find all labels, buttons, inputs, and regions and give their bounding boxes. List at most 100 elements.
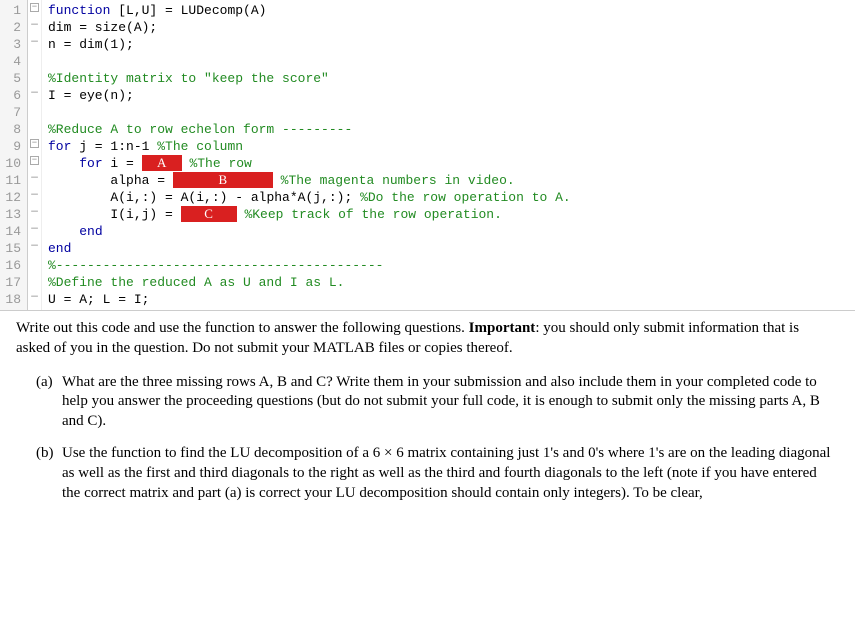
- code-line: dim = size(A);: [48, 19, 855, 36]
- line-number: 2: [0, 19, 21, 36]
- hidden-answer-box-a: A: [142, 155, 182, 171]
- intro-part1: Write out this code and use the function…: [16, 320, 469, 336]
- code-line: A(i,:) = A(i,:) - alpha*A(j,:); %Do the …: [48, 189, 855, 206]
- line-number: 17: [0, 274, 21, 291]
- question-intro: Write out this code and use the function…: [0, 315, 855, 373]
- fold-toggle[interactable]: −: [30, 3, 39, 12]
- fold-column: −———−−——————: [28, 0, 42, 310]
- line-number: 4: [0, 53, 21, 70]
- fold-cell: —: [28, 289, 41, 306]
- code-line: [48, 53, 855, 70]
- code-token: I(i,j) =: [110, 207, 180, 222]
- line-number: 7: [0, 104, 21, 121]
- code-token: [48, 105, 56, 120]
- code-token: %---------------------------------------…: [48, 258, 383, 273]
- code-line: U = A; L = I;: [48, 291, 855, 308]
- fold-cell: [28, 119, 41, 136]
- fold-cell: −: [28, 153, 41, 170]
- item-text: Use the function to find the LU decompos…: [62, 445, 830, 501]
- code-token: for: [79, 156, 102, 171]
- code-token: I = eye(n);: [48, 88, 134, 103]
- code-line: n = dim(1);: [48, 36, 855, 53]
- fold-cell: —: [28, 204, 41, 221]
- code-content: function [L,U] = LUDecomp(A)dim = size(A…: [42, 0, 855, 310]
- code-token: %Do the row operation to A.: [360, 190, 571, 205]
- question-items: (a) What are the three missing rows A, B …: [0, 373, 855, 504]
- code-token: [48, 54, 56, 69]
- line-number: 3: [0, 36, 21, 53]
- fold-cell: —: [28, 34, 41, 51]
- line-number: 10: [0, 155, 21, 172]
- line-number: 1: [0, 2, 21, 19]
- line-number: 13: [0, 206, 21, 223]
- code-token: %The magenta numbers in video.: [281, 173, 515, 188]
- line-number: 16: [0, 257, 21, 274]
- line-number: 18: [0, 291, 21, 308]
- item-marker: (b): [36, 444, 54, 464]
- code-token: %The row: [189, 156, 251, 171]
- code-line: I(i,j) = C %Keep track of the row operat…: [48, 206, 855, 223]
- code-line: I = eye(n);: [48, 87, 855, 104]
- line-number: 15: [0, 240, 21, 257]
- line-number: 14: [0, 223, 21, 240]
- code-token: function: [48, 3, 110, 18]
- code-token: alpha =: [110, 173, 172, 188]
- code-token: end: [48, 241, 71, 256]
- code-token: i =: [103, 156, 142, 171]
- code-token: %Keep track of the row operation.: [244, 207, 501, 222]
- code-line: for j = 1:n-1 %The column: [48, 138, 855, 155]
- item-text: What are the three missing rows A, B and…: [62, 374, 820, 430]
- line-number: 9: [0, 138, 21, 155]
- item-marker: (a): [36, 373, 53, 393]
- code-line: end: [48, 240, 855, 257]
- code-line: for i = A %The row: [48, 155, 855, 172]
- line-number-gutter: 123456789101112131415161718: [0, 0, 28, 310]
- code-token: %Identity matrix to "keep the score": [48, 71, 329, 86]
- fold-cell: —: [28, 17, 41, 34]
- question-item: (a) What are the three missing rows A, B …: [36, 373, 833, 432]
- code-token: for: [48, 139, 71, 154]
- code-token: dim = size(A);: [48, 20, 157, 35]
- fold-cell: [28, 68, 41, 85]
- code-token: A(i,:) = A(i,:) - alpha*A(j,:);: [110, 190, 360, 205]
- fold-cell: —: [28, 187, 41, 204]
- code-line: function [L,U] = LUDecomp(A): [48, 2, 855, 19]
- code-token: n = dim(1);: [48, 37, 134, 52]
- code-token: j = 1:n-1: [71, 139, 157, 154]
- code-line: %Define the reduced A as U and I as L.: [48, 274, 855, 291]
- intro-bold: Important: [469, 320, 536, 336]
- question-item: (b) Use the function to find the LU decom…: [36, 444, 833, 503]
- code-token: end: [79, 224, 102, 239]
- line-number: 11: [0, 172, 21, 189]
- fold-toggle[interactable]: −: [30, 139, 39, 148]
- line-number: 6: [0, 87, 21, 104]
- fold-cell: −: [28, 136, 41, 153]
- code-token: U = A; L = I;: [48, 292, 149, 307]
- fold-cell: [28, 102, 41, 119]
- line-number: 8: [0, 121, 21, 138]
- line-number: 12: [0, 189, 21, 206]
- fold-cell: —: [28, 238, 41, 255]
- code-token: [273, 173, 281, 188]
- fold-cell: —: [28, 85, 41, 102]
- code-line: %Reduce A to row echelon form ---------: [48, 121, 855, 138]
- code-token: %Define the reduced A as U and I as L.: [48, 275, 344, 290]
- code-token: %The column: [157, 139, 243, 154]
- code-block: 123456789101112131415161718 −———−−——————…: [0, 0, 855, 311]
- code-token: [L,U] = LUDecomp(A): [110, 3, 266, 18]
- code-line: end: [48, 223, 855, 240]
- line-number: 5: [0, 70, 21, 87]
- fold-cell: [28, 51, 41, 68]
- code-line: alpha = B %The magenta numbers in video.: [48, 172, 855, 189]
- code-line: %Identity matrix to "keep the score": [48, 70, 855, 87]
- code-token: %Reduce A to row echelon form ---------: [48, 122, 352, 137]
- fold-toggle[interactable]: −: [30, 156, 39, 165]
- fold-cell: —: [28, 170, 41, 187]
- fold-cell: [28, 272, 41, 289]
- fold-cell: [28, 255, 41, 272]
- fold-cell: —: [28, 221, 41, 238]
- hidden-answer-box-b: B: [173, 172, 273, 188]
- code-line: %---------------------------------------…: [48, 257, 855, 274]
- fold-cell: −: [28, 0, 41, 17]
- hidden-answer-box-c: C: [181, 206, 237, 222]
